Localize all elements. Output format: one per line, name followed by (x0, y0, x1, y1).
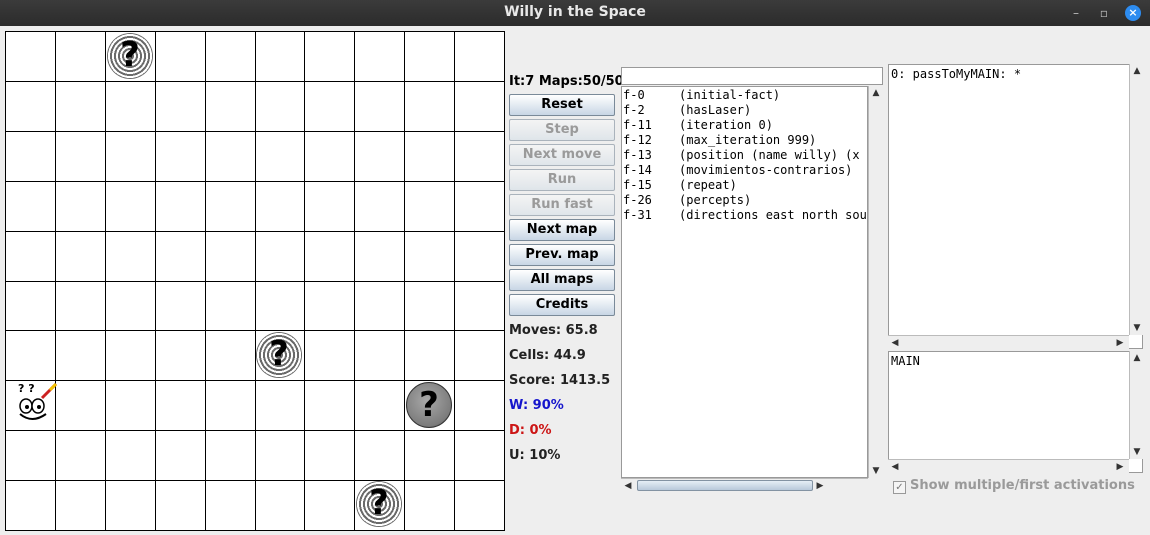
scroll-left-icon[interactable]: ◀ (888, 337, 902, 349)
question-mark: ? (269, 334, 289, 374)
credits-button[interactable]: Credits (509, 294, 615, 316)
grid-line (6, 131, 504, 132)
minimize-icon[interactable]: – (1068, 5, 1084, 21)
agenda-panel[interactable]: 0: passToMyMAIN: * (888, 64, 1143, 349)
scroll-up-icon[interactable]: ▲ (1130, 352, 1144, 364)
game-grid: ? ? ? ? ? ? (5, 31, 505, 531)
facts-list[interactable]: f-0 (initial-fact) f-2 (hasLaser) f-11 (ite… (621, 86, 868, 478)
checkbox[interactable]: ✓ (893, 481, 906, 494)
step-button[interactable]: Step (509, 119, 615, 141)
facts-filter-input[interactable] (621, 67, 883, 85)
question-mark: ? (120, 35, 140, 75)
scroll-left-icon[interactable]: ◀ (621, 480, 635, 492)
fact-row: f-12 (max_iteration 999) (623, 133, 817, 147)
run-button[interactable]: Run (509, 169, 615, 191)
prev-map-button[interactable]: Prev. map (509, 244, 615, 266)
agenda-horizontal-scrollbar[interactable]: ◀ ▶ (888, 335, 1129, 349)
scroll-left-icon[interactable]: ◀ (888, 461, 902, 473)
fact-row: f-0 (initial-fact) (623, 88, 781, 102)
scroll-right-icon[interactable]: ▶ (1113, 461, 1127, 473)
planet-icon: ? (406, 382, 452, 428)
next-map-button[interactable]: Next map (509, 219, 615, 241)
module-horizontal-scrollbar[interactable]: ◀ ▶ (888, 459, 1129, 473)
moves-stat: Moves: 65.8 (509, 323, 598, 338)
agenda-vertical-scrollbar[interactable]: ▲ ▼ (1129, 64, 1143, 335)
fact-row: f-11 (iteration 0) (623, 118, 773, 132)
grid-line (6, 380, 504, 381)
show-multiple-activations-option[interactable]: ✓ Show multiple/first activations (893, 478, 1135, 494)
fact-row: f-2 (hasLaser) (623, 103, 752, 117)
scroll-down-icon[interactable]: ▼ (1130, 322, 1144, 334)
module-vertical-scrollbar[interactable]: ▲ ▼ (1129, 351, 1143, 459)
fact-row: f-15 (repeat) (623, 178, 737, 192)
fact-row: f-13 (position (name willy) (x 0 (623, 148, 868, 162)
iteration-maps-status: It:7 Maps:50/50 (509, 74, 624, 89)
show-multiple-label: Show multiple/first activations (910, 478, 1135, 493)
module-panel[interactable]: MAIN (888, 351, 1143, 473)
grid-line (6, 281, 504, 282)
scroll-thumb[interactable] (637, 480, 813, 491)
next-move-button[interactable]: Next move (509, 144, 615, 166)
scroll-down-icon[interactable]: ▼ (869, 465, 883, 477)
score-stat: Score: 1413.5 (509, 373, 611, 388)
title-bar: Willy in the Space – ▫ × (0, 0, 1150, 26)
scroll-up-icon[interactable]: ▲ (869, 87, 883, 99)
reset-button[interactable]: Reset (509, 94, 615, 116)
scroll-up-icon[interactable]: ▲ (1130, 65, 1144, 77)
run-fast-button[interactable]: Run fast (509, 194, 615, 216)
black-hole-icon: ? (107, 33, 153, 79)
fact-row: f-14 (movimientos-contrarios) (623, 163, 853, 177)
question-mark: ? (369, 483, 389, 523)
grid-line (6, 330, 504, 331)
grid-line (6, 231, 504, 232)
win-percent-stat: W: 90% (509, 398, 564, 413)
window-title: Willy in the Space (504, 4, 646, 20)
fact-row: f-31 (directions east north sout (623, 208, 868, 222)
question-mark: ? (419, 385, 439, 425)
grid-line (6, 480, 504, 481)
black-hole-icon: ? (356, 481, 402, 527)
module-name: MAIN (891, 354, 920, 368)
willy-robot-icon: ? ? (18, 382, 58, 420)
scroll-right-icon[interactable]: ▶ (813, 480, 827, 492)
scroll-right-icon[interactable]: ▶ (1113, 337, 1127, 349)
black-hole-icon: ? (256, 332, 302, 378)
maximize-icon[interactable]: ▫ (1096, 5, 1112, 21)
fact-row: f-26 (percepts) (623, 193, 752, 207)
grid-line (6, 181, 504, 182)
agenda-activation: 0: passToMyMAIN: * (891, 67, 1022, 81)
close-icon[interactable]: × (1125, 5, 1141, 21)
grid-line (6, 430, 504, 431)
scroll-down-icon[interactable]: ▼ (1130, 446, 1144, 458)
facts-horizontal-scrollbar[interactable]: ◀ ▶ (621, 478, 868, 492)
cells-stat: Cells: 44.9 (509, 348, 586, 363)
grid-line (6, 81, 504, 82)
facts-vertical-scrollbar[interactable]: ▲ ▼ (868, 86, 882, 478)
death-percent-stat: D: 0% (509, 423, 552, 438)
all-maps-button[interactable]: All maps (509, 269, 615, 291)
unknown-percent-stat: U: 10% (509, 448, 561, 463)
svg-text:? ?: ? ? (18, 382, 35, 395)
